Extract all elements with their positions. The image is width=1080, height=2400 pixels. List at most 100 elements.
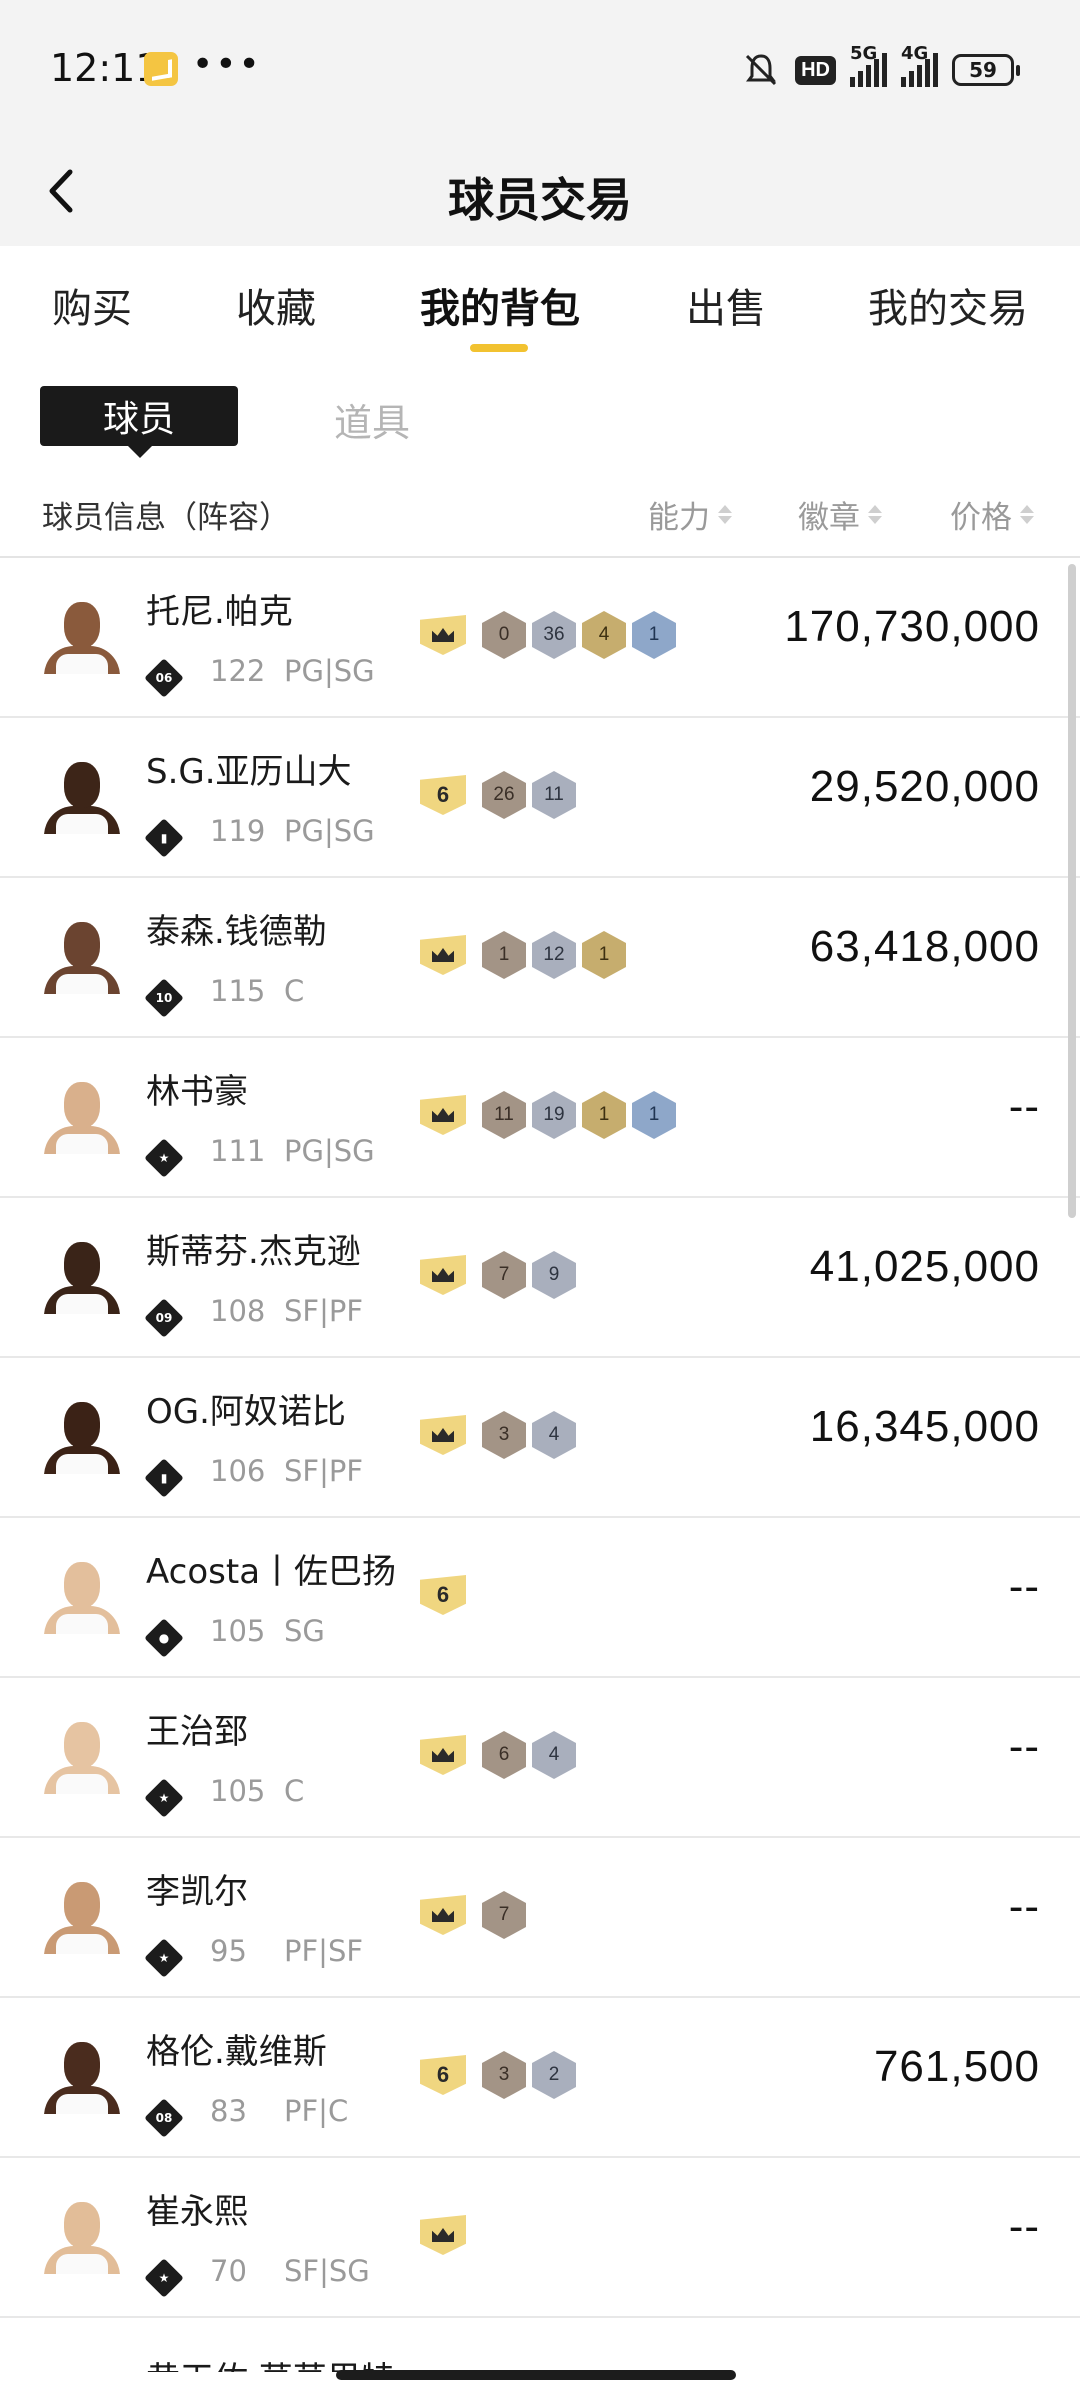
crown-shield-icon [420, 2215, 466, 2255]
crown-shield-icon [420, 1255, 466, 1295]
player-position: SF|SG [284, 2254, 370, 2288]
page-title: 球员交易 [448, 173, 632, 227]
tab-my-backpack[interactable]: 我的背包 [420, 276, 580, 334]
player-avatar [40, 914, 124, 994]
player-position: SF|PF [284, 1294, 364, 1328]
player-name: 林书豪 [146, 1072, 248, 1112]
player-row[interactable]: 斯蒂芬.杰克逊 09 108 SF|PF 7 9 41,025,000 [0, 1198, 1080, 1358]
rank-badge-icon: ★ [144, 1938, 184, 1978]
player-name: 王治郅 [146, 1712, 248, 1752]
tab-favorites[interactable]: 收藏 [236, 276, 316, 334]
player-position: PG|SG [284, 654, 375, 688]
gold-badge-icon: 1 [582, 1091, 626, 1139]
player-row[interactable]: 林书豪 ★ 111 PG|SG 11 19 1 1 -- [0, 1038, 1080, 1198]
player-avatar [40, 1554, 124, 1634]
player-badges: 64 [420, 1730, 576, 1780]
player-row[interactable]: Acosta丨佐巴扬 ● 105 SG 6 -- [0, 1518, 1080, 1678]
player-name: OG.阿奴诺比 [146, 1392, 346, 1432]
bronze-badge-icon: 3 [482, 1411, 526, 1459]
rank-badge-icon: ● [144, 1618, 184, 1658]
signal-5g-icon: 5G [850, 43, 887, 87]
silver-badge-icon: 19 [532, 1091, 576, 1139]
scrollbar[interactable] [1068, 564, 1076, 1218]
gold-badge-icon: 4 [582, 611, 626, 659]
crown-shield-icon [420, 1095, 466, 1135]
tab-sell[interactable]: 出售 [686, 276, 766, 334]
player-position: C [284, 1774, 305, 1808]
player-position: C [284, 974, 305, 1008]
status-indicators: HD 5G 4G 59 [741, 43, 1020, 90]
player-avatar [40, 2194, 124, 2274]
player-overall: 95 [210, 1934, 247, 1968]
crown-shield-icon [420, 1735, 466, 1775]
crown-icon [432, 1428, 454, 1442]
subtab-items[interactable]: 道具 [334, 392, 410, 447]
player-price: 761,500 [873, 2042, 1040, 2091]
rank-badge-icon: 09 [144, 1298, 184, 1338]
player-overall: 106 [210, 1454, 266, 1488]
crown-icon [432, 1108, 454, 1122]
crown-shield-icon [420, 1895, 466, 1935]
player-badges: 1 12 1 [420, 930, 626, 980]
player-row[interactable]: 王治郅 ★ 105 C 6 4 -- [0, 1678, 1080, 1838]
player-overall: 105 [210, 1774, 266, 1808]
player-position: SF|PF [284, 1454, 364, 1488]
tier-shield-icon: 6 [420, 1575, 466, 1615]
blue-badge-icon: 1 [632, 1091, 676, 1139]
player-avatar [40, 1394, 124, 1474]
sort-price[interactable]: 价格 [950, 492, 1034, 537]
player-price: -- [1008, 1562, 1040, 1611]
player-badges: 7 [420, 1890, 526, 1940]
silver-badge-icon: 4 [532, 1411, 576, 1459]
sort-arrows-icon [1020, 505, 1034, 524]
sort-arrows-icon [718, 505, 732, 524]
sort-arrows-icon [868, 505, 882, 524]
player-badges: 34 [420, 1410, 576, 1460]
bronze-badge-icon: 1 [482, 931, 526, 979]
crown-shield-icon [420, 1415, 466, 1455]
main-content: 购买 收藏 我的背包 出售 我的交易 球员 道具 球员信息（阵容） 能力 徽章 … [0, 246, 1080, 2400]
player-avatar [40, 1714, 124, 1794]
rank-badge-icon: ▮ [144, 818, 184, 858]
player-overall: 111 [210, 1134, 266, 1168]
sort-price-label: 价格 [950, 500, 1012, 536]
player-row[interactable]: OG.阿奴诺比 ▮ 106 SF|PF 3 4 16,345,000 [0, 1358, 1080, 1518]
player-avatar [40, 754, 124, 834]
tab-buy[interactable]: 购买 [52, 276, 132, 334]
player-row[interactable]: 托尼.帕克 06 122 PG|SG 0 36 4 1 170,730,000 [0, 558, 1080, 718]
sort-badges[interactable]: 徽章 [798, 492, 882, 537]
crown-icon [432, 1908, 454, 1922]
bronze-badge-icon: 0 [482, 611, 526, 659]
player-overall: 115 [210, 974, 266, 1008]
player-row[interactable]: 泰森.钱德勒 10 115 C 1 12 1 63,418,000 [0, 878, 1080, 1038]
signal-4g-icon: 4G [901, 43, 938, 87]
player-avatar [40, 594, 124, 674]
player-row[interactable]: S.G.亚历山大 ▮ 119 PG|SG 6 26 11 29,520,000 [0, 718, 1080, 878]
player-badges: 0 36 4 1 [420, 610, 676, 660]
player-overall: 108 [210, 1294, 266, 1328]
silver-badge-icon: 11 [532, 771, 576, 819]
rank-badge-icon: 06 [144, 658, 184, 698]
player-row[interactable]: 李凯尔 ★ 95 PF|SF 7 -- [0, 1838, 1080, 1998]
rank-badge-icon: ★ [144, 1138, 184, 1178]
column-header: 球员信息（阵容） 能力 徽章 价格 [0, 476, 1080, 556]
sort-ability[interactable]: 能力 [648, 492, 732, 537]
player-badges: 11 19 1 1 [420, 1090, 676, 1140]
crown-icon [432, 948, 454, 962]
rank-badge-icon: 10 [144, 978, 184, 1018]
home-indicator[interactable] [336, 2370, 736, 2380]
player-price: -- [1008, 1882, 1040, 1931]
player-row[interactable]: 崔永熙 ★ 70 SF|SG -- [0, 2158, 1080, 2318]
sort-ability-label: 能力 [648, 500, 710, 536]
player-position: PG|SG [284, 1134, 375, 1168]
player-overall: 105 [210, 1614, 266, 1648]
player-overall: 119 [210, 814, 266, 848]
tab-my-trades[interactable]: 我的交易 [868, 276, 1028, 334]
subtab-players[interactable]: 球员 [40, 386, 238, 458]
gold-badge-icon: 1 [582, 931, 626, 979]
crown-icon [432, 1268, 454, 1282]
player-row[interactable]: 格伦.戴维斯 08 83 PF|C 6 3 2 761,500 [0, 1998, 1080, 2158]
rank-badge-icon: 08 [144, 2098, 184, 2138]
player-position: PF|SF [284, 1934, 364, 1968]
notification-app-icon [144, 52, 178, 86]
